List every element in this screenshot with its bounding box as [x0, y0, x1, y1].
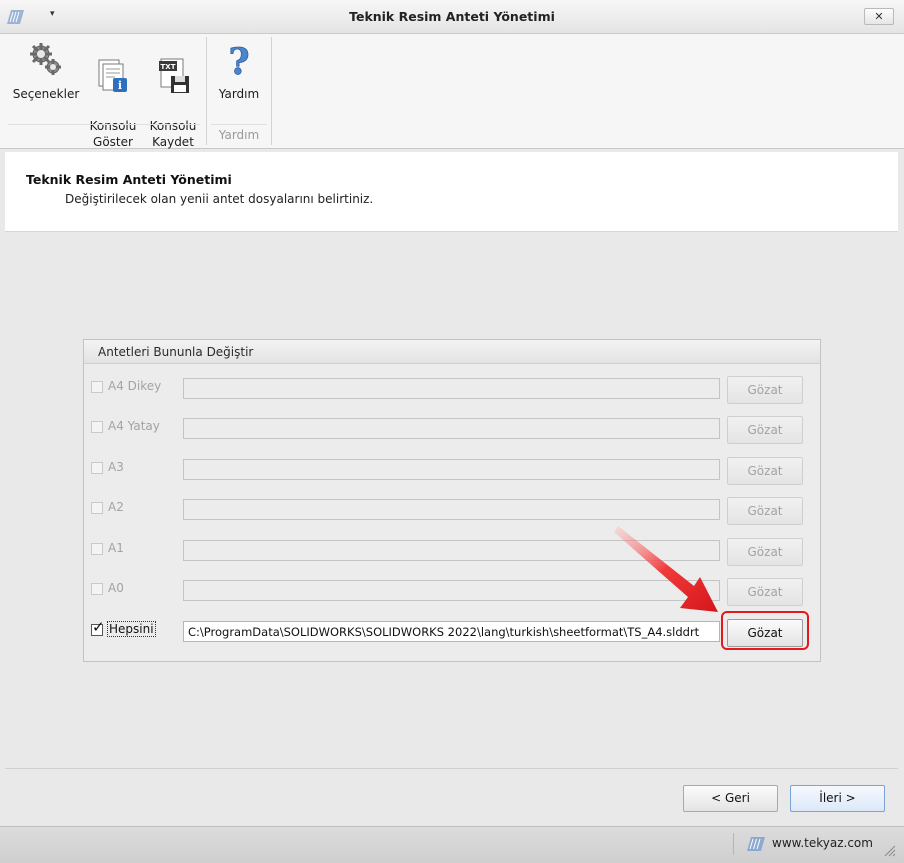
help-button[interactable]: ? Yardım: [211, 40, 267, 102]
options-button[interactable]: Seçenekler: [10, 40, 82, 102]
help-label: Yardım: [218, 87, 260, 101]
checkbox-a4-landscape[interactable]: [91, 421, 103, 433]
checkbox-a2[interactable]: [91, 502, 103, 514]
label-a2: A2: [108, 500, 124, 514]
title-bar: ▾ Teknik Resim Anteti Yönetimi ✕: [0, 0, 904, 34]
path-input-a2[interactable]: [183, 499, 720, 520]
path-input-a4-landscape[interactable]: [183, 418, 720, 439]
footer-divider: [5, 768, 898, 769]
resize-grip-icon[interactable]: [882, 843, 896, 857]
save-console-button[interactable]: TXT Konsolu Kaydet: [146, 40, 200, 150]
label-all: Hepsini: [107, 621, 156, 637]
groupbox-title: Antetleri Bununla Değiştir: [98, 345, 254, 359]
browse-button-a0[interactable]: Gözat: [727, 578, 803, 606]
browse-button-a1[interactable]: Gözat: [727, 538, 803, 566]
checkbox-a0[interactable]: [91, 583, 103, 595]
browse-button-a4-portrait[interactable]: Gözat: [727, 376, 803, 404]
svg-text:?: ?: [228, 41, 249, 80]
browse-button-a4-landscape[interactable]: Gözat: [727, 416, 803, 444]
options-label: Seçenekler: [12, 87, 80, 101]
browse-button-a2[interactable]: Gözat: [727, 497, 803, 525]
svg-text:TXT: TXT: [161, 63, 176, 71]
ribbon-group-label: Yardım: [218, 128, 260, 142]
wizard-header: Teknik Resim Anteti Yönetimi Değiştirile…: [5, 152, 898, 232]
checkbox-a3[interactable]: [91, 462, 103, 474]
svg-text:i: i: [118, 79, 122, 92]
format-row-a4-landscape: A4 Yatay Gözat: [84, 412, 820, 444]
close-button[interactable]: ✕: [864, 8, 894, 25]
gears-icon: [30, 43, 61, 75]
help-question-icon: ?: [228, 41, 250, 80]
back-button[interactable]: < Geri: [683, 785, 778, 812]
format-row-a4-portrait: A4 Dikey Gözat: [84, 372, 820, 404]
show-console-button[interactable]: i Konsolu Göster: [88, 40, 138, 150]
ribbon: Seçenekler i Konsolu Göster TXT Konsolu …: [0, 34, 904, 149]
highlight-box: [721, 611, 809, 650]
ribbon-group-help: ? Yardım Yardım: [207, 34, 271, 147]
label-a1: A1: [108, 541, 124, 555]
website-link[interactable]: www.tekyaz.com: [772, 836, 873, 850]
checkmark-icon: ✓: [92, 618, 105, 636]
checkbox-a1[interactable]: [91, 543, 103, 555]
label-a3: A3: [108, 460, 124, 474]
format-row-a3: A3 Gözat: [84, 453, 820, 485]
console-info-icon: i: [98, 59, 127, 92]
ribbon-group-divider: [8, 124, 200, 125]
path-input-all[interactable]: C:\ProgramData\SOLIDWORKS\SOLIDWORKS 202…: [183, 621, 720, 642]
label-a4-landscape: A4 Yatay: [108, 419, 160, 433]
tekyaz-logo-icon: [747, 837, 765, 851]
browse-button-a3[interactable]: Gözat: [727, 457, 803, 485]
ribbon-separator: [271, 37, 272, 145]
next-button[interactable]: İleri >: [790, 785, 885, 812]
groupbox-header: Antetleri Bununla Değiştir: [84, 340, 820, 364]
status-bar: www.tekyaz.com: [0, 826, 904, 863]
ribbon-group-divider: [211, 124, 267, 125]
checkbox-a4-portrait[interactable]: [91, 381, 103, 393]
label-a0: A0: [108, 581, 124, 595]
checkbox-all[interactable]: ✓: [91, 620, 105, 636]
path-input-a4-portrait[interactable]: [183, 378, 720, 399]
txt-save-icon: TXT: [159, 58, 189, 93]
format-row-a2: A2 Gözat: [84, 493, 820, 525]
label-a4-portrait: A4 Dikey: [108, 379, 162, 393]
pointer-arrow-icon: [614, 526, 718, 612]
page-subtitle: Değiştirilecek olan yenii antet dosyalar…: [65, 192, 374, 206]
ribbon-group-main: Seçenekler i Konsolu Göster TXT Konsolu …: [0, 34, 206, 150]
window-title: Teknik Resim Anteti Yönetimi: [349, 9, 555, 24]
path-input-a3[interactable]: [183, 459, 720, 480]
page-title: Teknik Resim Anteti Yönetimi: [26, 172, 232, 187]
status-separator: [733, 833, 734, 855]
